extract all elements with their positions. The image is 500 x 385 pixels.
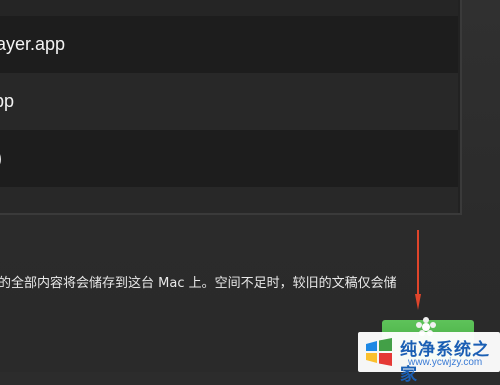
list-item-label: ) <box>0 130 2 187</box>
list-item[interactable]: pp <box>0 73 458 130</box>
storage-description: 的全部内容将会储存到这台 Mac 上。空间不足时，较旧的文稿仅会储 <box>0 276 397 291</box>
watermark-url: www.ycwjzy.com <box>408 357 483 368</box>
list-item-label: pp <box>0 91 15 111</box>
list-item-label: ayer.app <box>0 34 66 54</box>
windows-logo-icon <box>366 338 392 366</box>
watermark: 纯净系统之家 www.ycwjzy.com <box>358 332 500 385</box>
annotation-arrow <box>415 230 421 310</box>
list-row-partial[interactable] <box>0 0 458 16</box>
app-list: ayer.app pp ) <box>0 0 462 215</box>
list-item[interactable] <box>0 187 458 213</box>
list-item[interactable]: ayer.app <box>0 16 458 73</box>
list-item[interactable]: ) <box>0 130 458 187</box>
